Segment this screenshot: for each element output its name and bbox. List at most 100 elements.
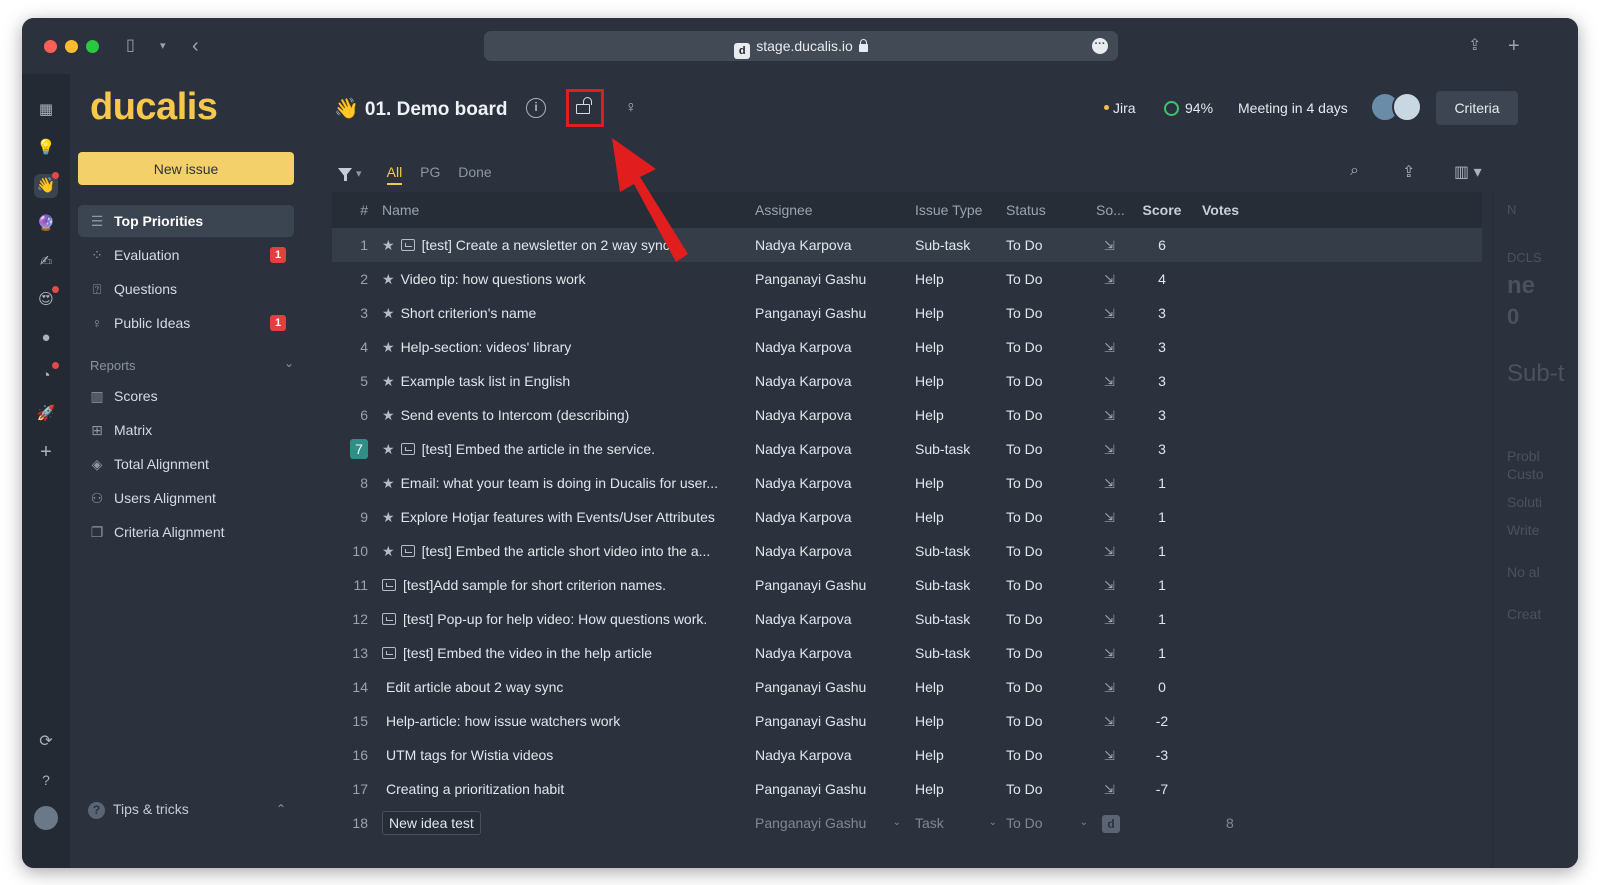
progress-indicator[interactable]: 94% xyxy=(1164,100,1213,116)
column-header-num[interactable]: # xyxy=(332,192,368,228)
row-name-cell[interactable]: ★ Short criterion's name xyxy=(382,296,742,330)
assignee-cell[interactable]: Nadya Karpova xyxy=(755,466,905,500)
star-icon[interactable]: ★ xyxy=(382,373,395,389)
row-name-cell[interactable]: [test] Embed the video in the help artic… xyxy=(382,636,742,670)
new-issue-row[interactable]: 18 New idea test Panganayi Gashu ⌄ Task ⌄ … xyxy=(332,806,1482,840)
sidebar-item-evaluation[interactable]: ⁘ Evaluation 1 xyxy=(78,239,294,271)
table-row[interactable]: 10 ★ [test] Embed the article short video … xyxy=(332,534,1482,568)
add-board-icon[interactable]: + xyxy=(34,440,58,464)
row-name-cell[interactable]: Edit article about 2 way sync xyxy=(382,670,742,704)
export-icon[interactable]: ⇪ xyxy=(1402,162,1415,182)
star-icon[interactable]: ★ xyxy=(382,543,395,559)
chevron-down-icon[interactable]: ▾ xyxy=(160,34,166,58)
assignee-cell[interactable]: Nadya Karpova xyxy=(755,398,905,432)
columns-icon[interactable]: ▥ ▾ xyxy=(1454,162,1482,182)
tips-and-tricks[interactable]: ? Tips & tricks ⌃ xyxy=(88,800,294,819)
table-row[interactable]: 12 [test] Pop-up for help video: How ques… xyxy=(332,602,1482,636)
table-row[interactable]: 13 [test] Embed the video in the help art… xyxy=(332,636,1482,670)
tab-pg[interactable]: PG xyxy=(420,164,440,180)
row-name-cell[interactable]: ★ [test] Create a newsletter on 2 way syn… xyxy=(382,228,742,262)
avatar[interactable] xyxy=(1392,92,1422,122)
issue-type-select[interactable]: Task ⌄ xyxy=(915,806,1001,840)
row-name-cell[interactable]: ★ Video tip: how questions work xyxy=(382,262,742,296)
star-icon[interactable]: ★ xyxy=(382,339,395,355)
reports-section-header[interactable]: Reports ⌄ xyxy=(90,356,294,373)
assignee-cell[interactable]: Nadya Karpova xyxy=(755,228,905,262)
row-name-cell[interactable]: ★ [test] Embed the article short video in… xyxy=(382,534,742,568)
assignee-select[interactable]: Panganayi Gashu ⌄ xyxy=(755,806,905,840)
row-name-cell[interactable]: Creating a prioritization habit xyxy=(382,772,742,806)
table-row[interactable]: 6 ★ Send events to Intercom (describing) Na… xyxy=(332,398,1482,432)
unlock-icon[interactable] xyxy=(576,97,592,114)
user-avatar[interactable] xyxy=(34,806,58,830)
info-icon[interactable]: i xyxy=(526,98,546,118)
assignee-cell[interactable]: Nadya Karpova xyxy=(755,330,905,364)
emoji-face-icon[interactable]: 😍 xyxy=(34,286,59,312)
column-header-issue-type[interactable]: Issue Type xyxy=(915,192,1001,228)
writing-hand-icon[interactable]: ✍ xyxy=(34,250,58,274)
tab-done[interactable]: Done xyxy=(458,164,491,180)
new-issue-button[interactable]: New issue xyxy=(78,152,294,185)
crystal-ball-icon[interactable]: 🔮 xyxy=(34,212,58,236)
clock-icon[interactable]: ◔ xyxy=(34,362,59,388)
tab-all[interactable]: All xyxy=(386,164,403,185)
table-row[interactable]: 8 ★ Email: what your team is doing in Duca… xyxy=(332,466,1482,500)
star-icon[interactable]: ★ xyxy=(382,237,395,253)
star-icon[interactable]: ★ xyxy=(382,305,395,321)
sidebar-item-public-ideas[interactable]: ♀ Public Ideas 1 xyxy=(78,307,294,339)
table-row[interactable]: 11 [test]Add sample for short criterion n… xyxy=(332,568,1482,602)
star-icon[interactable]: ★ xyxy=(382,509,395,525)
criteria-button[interactable]: Criteria xyxy=(1436,91,1518,125)
status-select[interactable]: To Do ⌄ xyxy=(1006,806,1092,840)
sidebar-item-scores[interactable]: ▥ Scores xyxy=(78,380,294,412)
assignee-cell[interactable]: Nadya Karpova xyxy=(755,636,905,670)
minimize-window-button[interactable] xyxy=(65,40,78,53)
star-icon[interactable]: ★ xyxy=(382,441,395,457)
table-row[interactable]: 9 ★ Explore Hotjar features with Events/Us… xyxy=(332,500,1482,534)
sidebar-item-top-priorities[interactable]: ☰ Top Priorities xyxy=(78,205,294,237)
assignee-cell[interactable]: Panganayi Gashu xyxy=(755,704,905,738)
assignee-cell[interactable]: Nadya Karpova xyxy=(755,500,905,534)
sidebar-item-matrix[interactable]: ⊞ Matrix xyxy=(78,414,294,446)
new-tab-icon[interactable]: + xyxy=(1508,34,1520,58)
chevron-down-icon[interactable]: ⌄ xyxy=(284,356,294,370)
column-header-so[interactable]: So... xyxy=(1096,192,1136,228)
row-name-cell[interactable]: ★ Send events to Intercom (describing) xyxy=(382,398,742,432)
row-name-cell[interactable]: ★ Example task list in English xyxy=(382,364,742,398)
assignee-cell[interactable]: Panganayi Gashu xyxy=(755,772,905,806)
row-name-cell[interactable]: ★ Help-section: videos' library xyxy=(382,330,742,364)
table-row[interactable]: 16 UTM tags for Wistia videos Nadya Karpov… xyxy=(332,738,1482,772)
row-name-cell[interactable]: UTM tags for Wistia videos xyxy=(382,738,742,772)
meeting-info[interactable]: Meeting in 4 days xyxy=(1238,100,1348,116)
assignee-cell[interactable]: Nadya Karpova xyxy=(755,364,905,398)
new-idea-input[interactable]: New idea test xyxy=(382,811,481,835)
search-icon[interactable]: ⌕ xyxy=(1350,162,1359,180)
column-header-assignee[interactable]: Assignee xyxy=(755,192,905,228)
table-row[interactable]: 5 ★ Example task list in English Nadya Karp… xyxy=(332,364,1482,398)
filter-icon[interactable] xyxy=(338,168,352,181)
table-row[interactable]: 1 ★ [test] Create a newsletter on 2 way sy… xyxy=(332,228,1482,262)
star-icon[interactable]: ★ xyxy=(382,271,395,287)
table-row[interactable]: 17 Creating a prioritization habit Pangana… xyxy=(332,772,1482,806)
address-bar[interactable]: d stage.ducalis.io ··· xyxy=(484,31,1118,61)
sidebar-item-total-alignment[interactable]: ◈ Total Alignment xyxy=(78,448,294,480)
assignee-cell[interactable]: Panganayi Gashu xyxy=(755,670,905,704)
row-name-cell[interactable]: ★ [test] Embed the article in the service… xyxy=(382,432,742,466)
assignee-cell[interactable]: Nadya Karpova xyxy=(755,602,905,636)
more-icon[interactable]: ··· xyxy=(1092,38,1108,54)
assignee-cell[interactable]: Nadya Karpova xyxy=(755,534,905,568)
chevron-up-icon[interactable]: ⌃ xyxy=(276,800,286,818)
share-icon[interactable]: ⇪ xyxy=(1468,34,1481,58)
row-name-cell[interactable]: New idea test xyxy=(382,806,742,840)
table-row[interactable]: 3 ★ Short criterion's name Panganayi Gashu H… xyxy=(332,296,1482,330)
assignee-cell[interactable]: Nadya Karpova xyxy=(755,432,905,466)
row-name-cell[interactable]: ★ Email: what your team is doing in Ducal… xyxy=(382,466,742,500)
rocket-icon[interactable]: 🚀 xyxy=(34,402,58,426)
table-row[interactable]: 4 ★ Help-section: videos' library Nadya Kar… xyxy=(332,330,1482,364)
column-header-status[interactable]: Status xyxy=(1006,192,1092,228)
column-header-score[interactable]: Score xyxy=(1132,192,1192,228)
assignee-cell[interactable]: Panganayi Gashu xyxy=(755,296,905,330)
sidebar-item-users-alignment[interactable]: ⚇ Users Alignment xyxy=(78,482,294,514)
table-row[interactable]: 2 ★ Video tip: how questions work Panganayi… xyxy=(332,262,1482,296)
star-icon[interactable]: ★ xyxy=(382,407,395,423)
